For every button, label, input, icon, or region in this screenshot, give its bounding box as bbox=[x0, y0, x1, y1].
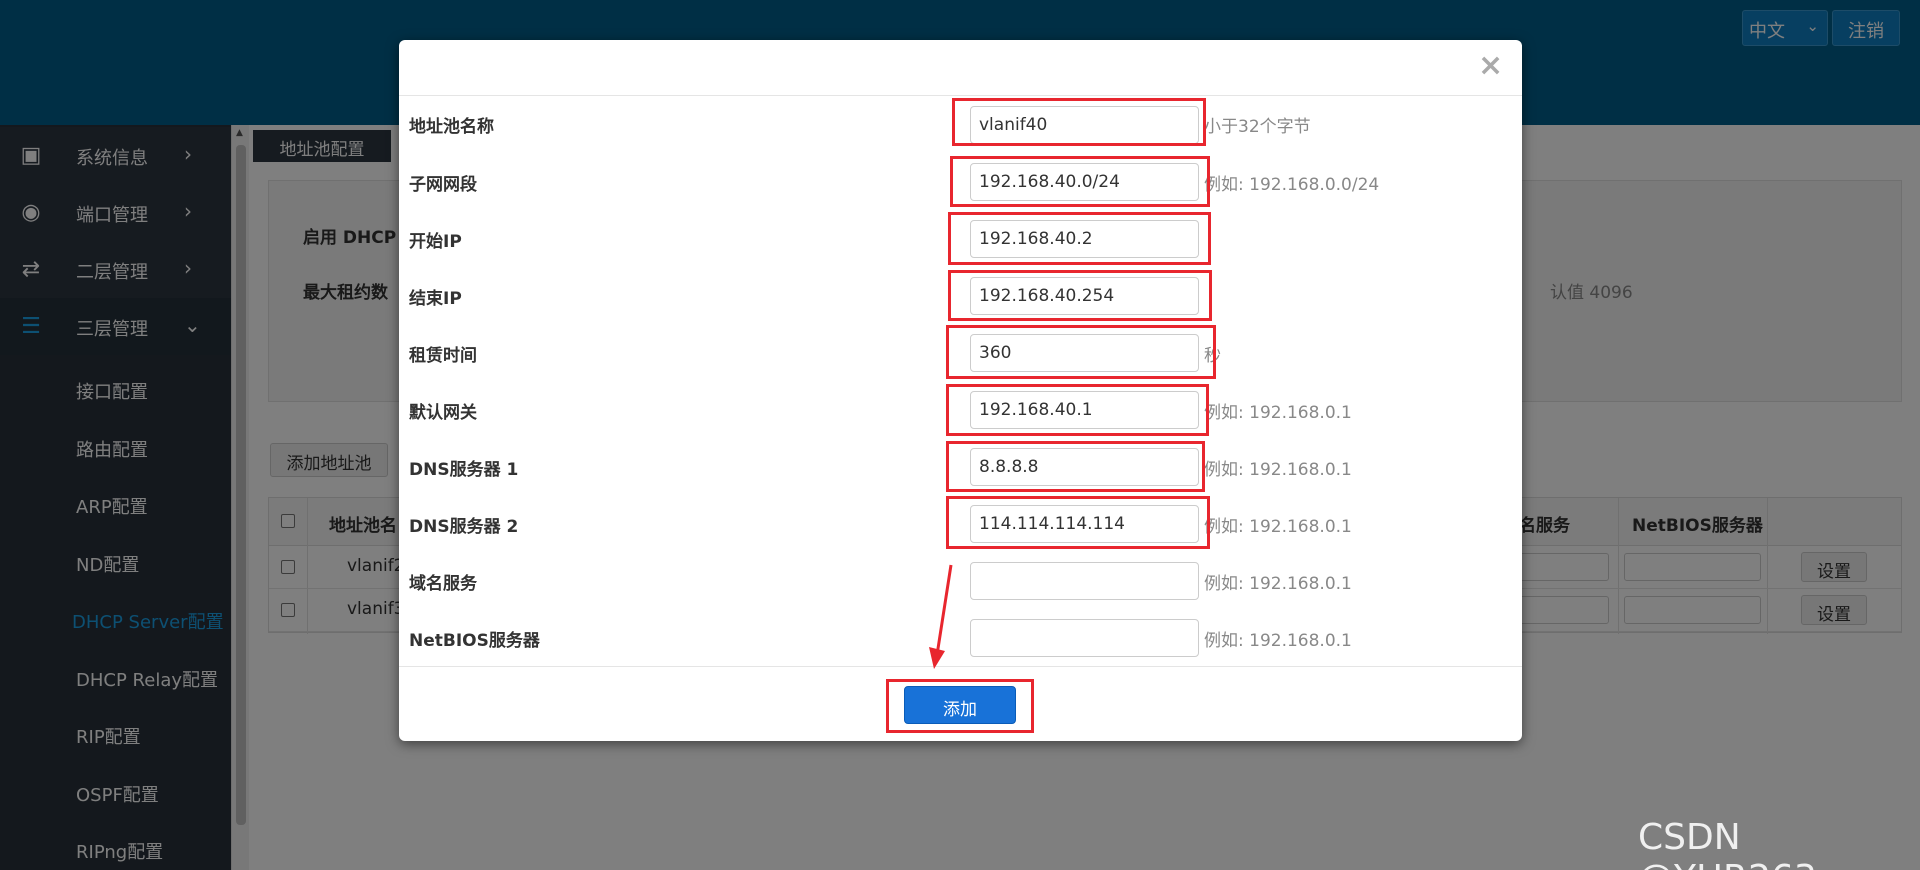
watermark: CSDN @YHR263 bbox=[1638, 817, 1817, 870]
annotation-box bbox=[948, 270, 1212, 321]
gateway-hint: 例如: 192.168.0.1 bbox=[1204, 403, 1352, 423]
domain-service-field[interactable] bbox=[970, 562, 1199, 600]
start-ip-label: 开始IP bbox=[409, 232, 462, 252]
annotation-arrow-icon bbox=[929, 564, 953, 669]
gateway-label: 默认网关 bbox=[409, 403, 477, 423]
annotation-box bbox=[946, 384, 1209, 436]
dns2-hint: 例如: 192.168.0.1 bbox=[1204, 517, 1352, 537]
annotation-box bbox=[946, 496, 1210, 549]
subnet-hint: 例如: 192.168.0.0/24 bbox=[1204, 175, 1380, 195]
netbios-field[interactable] bbox=[970, 619, 1199, 657]
domain-service-label: 域名服务 bbox=[409, 574, 477, 594]
netbios-label: NetBIOS服务器 bbox=[409, 631, 540, 651]
annotation-box bbox=[950, 156, 1210, 207]
annotation-box bbox=[948, 212, 1211, 265]
annotation-box bbox=[886, 679, 1034, 733]
subnet-label: 子网网段 bbox=[409, 175, 477, 195]
modal-header: × bbox=[399, 40, 1522, 96]
dns1-label: DNS服务器 1 bbox=[409, 460, 519, 480]
lease-time-label: 租赁时间 bbox=[409, 346, 477, 366]
annotation-box bbox=[946, 325, 1216, 379]
dns1-hint: 例如: 192.168.0.1 bbox=[1204, 460, 1352, 480]
close-icon[interactable]: × bbox=[1478, 48, 1503, 83]
end-ip-label: 结束IP bbox=[409, 289, 462, 309]
pool-name-label: 地址池名称 bbox=[409, 117, 494, 137]
modal-footer-divider bbox=[399, 666, 1522, 667]
domain-service-hint: 例如: 192.168.0.1 bbox=[1204, 574, 1352, 594]
dns2-label: DNS服务器 2 bbox=[409, 517, 519, 537]
annotation-box bbox=[946, 441, 1205, 492]
annotation-box bbox=[952, 98, 1206, 146]
pool-name-hint: 小于32个字节 bbox=[1204, 117, 1311, 137]
netbios-hint: 例如: 192.168.0.1 bbox=[1204, 631, 1352, 651]
